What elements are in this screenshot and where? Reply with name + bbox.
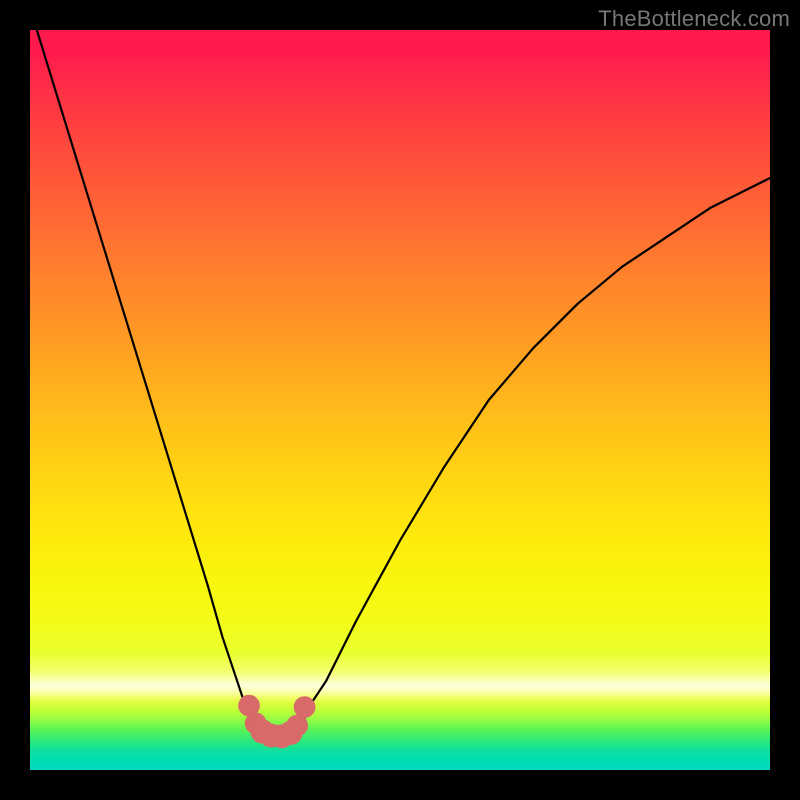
chart-plot — [30, 30, 770, 770]
curve-marker — [287, 715, 308, 736]
watermark-text: TheBottleneck.com — [598, 6, 790, 32]
curve-markers — [239, 695, 315, 748]
curve-path — [30, 30, 770, 737]
curve-marker — [294, 697, 315, 718]
chart-frame — [30, 30, 770, 770]
